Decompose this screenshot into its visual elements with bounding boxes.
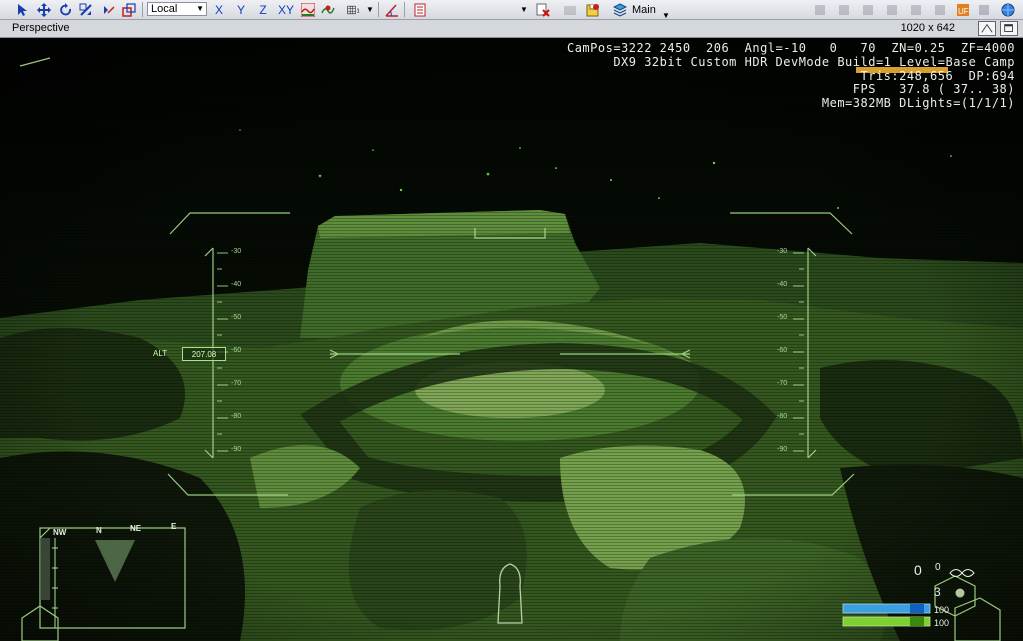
right-ladder-tick: -60	[777, 347, 788, 354]
disabled-tool-icon	[860, 2, 876, 18]
delete-icon[interactable]	[535, 2, 551, 18]
toolbar-separator	[404, 2, 405, 17]
move-icon[interactable]	[36, 2, 52, 18]
compass-nw: NW	[53, 528, 67, 537]
snap-icon[interactable]	[320, 2, 336, 18]
disabled-tool-icon	[908, 2, 924, 18]
viewport-resolution: 1020 x 642	[900, 22, 955, 34]
scale-icon[interactable]	[78, 2, 94, 18]
main-toolbar: Local ▼ X Y Z XY 1 ▼ ▼ Main ▼ UF	[0, 0, 1023, 20]
right-ladder-tick: -50	[777, 314, 788, 321]
right-ladder-tick: -90	[777, 446, 788, 453]
stats-line-mem: Mem=382MB DLights=(1/1/1)	[821, 96, 1015, 111]
globe-icon[interactable]	[1000, 2, 1016, 18]
viewport-options-button[interactable]	[978, 21, 996, 36]
grid-dropdown-arrow[interactable]: ▼	[366, 2, 374, 17]
history-dropdown-arrow[interactable]: ▼	[520, 2, 528, 17]
coord-system-dropdown[interactable]: Local ▼	[147, 2, 207, 16]
svg-text:1: 1	[357, 9, 360, 15]
unlink-icon[interactable]	[121, 2, 137, 18]
save-icon[interactable]	[585, 2, 601, 18]
left-ladder-tick: -40	[231, 281, 242, 288]
left-ladder-tick: -80	[231, 413, 242, 420]
stats-line-fps: FPS 37.8 ( 37.. 38)	[852, 82, 1015, 97]
compass-n: N	[96, 526, 102, 535]
object-list-icon[interactable]	[412, 2, 428, 18]
layer-name[interactable]: Main	[632, 2, 656, 17]
compass-e: E	[171, 522, 177, 531]
toolbar-separator	[142, 2, 143, 17]
right-ladder-tick: -30	[777, 248, 788, 255]
grenade-count: 3	[934, 585, 941, 599]
left-ladder-tick: -30	[231, 248, 242, 255]
altitude-label: ALT	[153, 349, 168, 358]
rotate-icon[interactable]	[58, 2, 74, 18]
axis-xy-button[interactable]: XY	[276, 2, 296, 17]
stats-line-tris: Tris:248,656 DP:694	[860, 68, 1015, 83]
left-ladder-tick: -70	[231, 380, 242, 387]
angle-snap-icon[interactable]	[384, 2, 400, 18]
chevron-down-icon: ▼	[196, 4, 204, 13]
viewport-title[interactable]: Perspective	[12, 22, 69, 34]
grid-icon[interactable]: 1	[342, 2, 366, 18]
stats-line-campos: CamPos=3222 2450 206 Angl=-10 0 70 ZN=0.…	[566, 41, 1015, 55]
maximize-viewport-button[interactable]	[1000, 21, 1018, 36]
left-ladder-tick: -50	[231, 314, 242, 321]
disabled-tool-icon	[812, 2, 828, 18]
right-ladder-tick: -80	[777, 413, 788, 420]
disabled-tool-icon	[932, 2, 948, 18]
night-vision-scene	[0, 38, 1023, 641]
viewport-title-bar: Perspective 1020 x 642	[0, 20, 1023, 38]
left-ladder-tick: -90	[231, 446, 242, 453]
disabled-tool-icon	[976, 2, 992, 18]
axis-z-button[interactable]: Z	[256, 2, 270, 17]
energy-value: 100	[934, 605, 950, 615]
right-ladder-tick: -70	[777, 380, 788, 387]
debug-stats-overlay: CamPos=3222 2450 206 Angl=-10 0 70 ZN=0.…	[566, 41, 1015, 111]
stats-line-renderer: DX9 32bit Custom HDR DevMode Build=1 Lev…	[613, 54, 1015, 69]
health-value: 100	[934, 618, 950, 628]
axis-y-button[interactable]: Y	[234, 2, 248, 17]
select-icon[interactable]	[14, 2, 30, 18]
toolbar-separator	[378, 2, 379, 17]
disabled-tool-icon	[884, 2, 900, 18]
disabled-tool-icon	[562, 2, 578, 18]
svg-text:UF: UF	[958, 7, 969, 16]
material-icon[interactable]: UF	[955, 2, 971, 18]
layer-icon[interactable]	[612, 2, 628, 18]
altitude-value: 207.08	[182, 347, 226, 361]
coord-system-value: Local	[151, 3, 178, 15]
axis-x-button[interactable]: X	[212, 2, 226, 17]
ammo-reserve-count: 0	[935, 562, 941, 573]
compass-ne: NE	[130, 524, 142, 533]
terrain-follow-icon[interactable]	[300, 2, 316, 18]
perspective-viewport[interactable]: CamPos=3222 2450 206 Angl=-10 0 70 ZN=0.…	[0, 38, 1023, 641]
disabled-tool-icon	[836, 2, 852, 18]
left-ladder-tick: -60	[231, 347, 242, 354]
link-icon[interactable]	[101, 2, 117, 18]
right-ladder-tick: -40	[777, 281, 788, 288]
ammo-clip-count: 0	[914, 562, 922, 578]
